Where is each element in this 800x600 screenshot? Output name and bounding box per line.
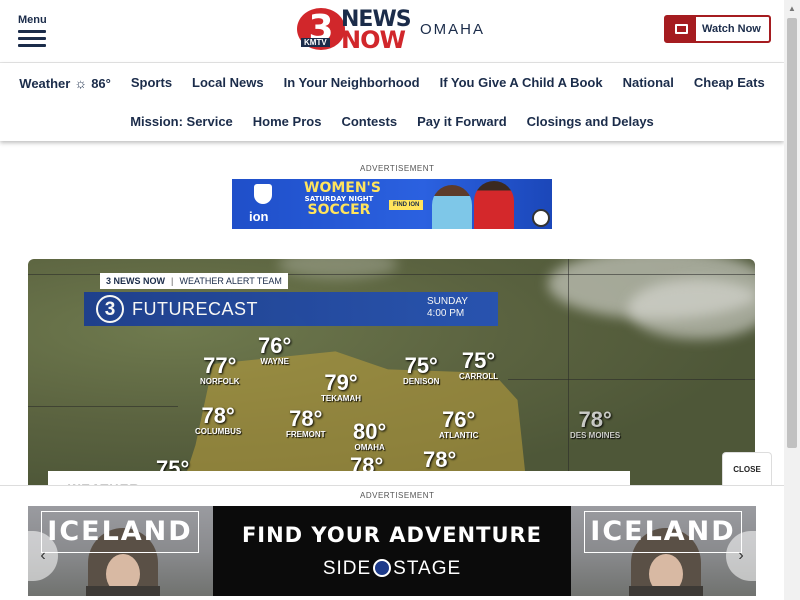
site-logo[interactable]: 3 KMTV NEWS NOW OMAHA bbox=[297, 7, 492, 54]
futurecast-bar: 3 FUTURECAST SUNDAY 4:00 PM bbox=[84, 292, 498, 326]
main-nav: Weather ☼ 86° Sports Local News In Your … bbox=[0, 63, 784, 141]
temp-des-moines: 78° DES MOINES bbox=[570, 407, 621, 441]
temp-columbus: 78° COLUMBUS bbox=[195, 403, 242, 437]
nav-item-pay-it-forward[interactable]: Pay it Forward bbox=[417, 114, 507, 129]
weather-map-image[interactable]: 3 NEWS NOW | WEATHER ALERT TEAM 3 FUTURE… bbox=[28, 259, 755, 494]
ad-headline: FIND YOUR ADVENTURE bbox=[241, 523, 543, 547]
nav-item-in-your-neighborhood[interactable]: In Your Neighborhood bbox=[284, 75, 420, 91]
temp-fremont: 78° FREMONT bbox=[286, 406, 326, 440]
kmtv-logo-icon: 3 bbox=[96, 295, 124, 323]
nav-row-1: Weather ☼ 86° Sports Local News In Your … bbox=[0, 75, 784, 91]
temp-atlantic: 76° ATLANTIC bbox=[439, 407, 479, 441]
bottom-ad-banner[interactable]: ADVERTISEMENT ICELAND FIND YOUR ADVENTUR… bbox=[0, 485, 784, 600]
tag-brand: 3 NEWS NOW bbox=[106, 276, 166, 286]
futurecast-time: SUNDAY 4:00 PM bbox=[427, 296, 468, 320]
ion-logo: ion bbox=[249, 209, 269, 224]
site-header: Menu 3 KMTV NEWS NOW OMAHA Watch Now bbox=[0, 0, 784, 63]
scrollbar-thumb[interactable] bbox=[787, 18, 797, 448]
temp-denison: 75° DENISON bbox=[403, 353, 440, 387]
scroll-up-arrow-icon[interactable]: ▲ bbox=[784, 0, 800, 17]
page: Menu 3 KMTV NEWS NOW OMAHA Watch Now Wea… bbox=[0, 0, 784, 600]
ad-left-title: ICELAND bbox=[41, 511, 199, 553]
hamburger-icon bbox=[18, 30, 48, 47]
temp-norfolk: 77° NORFOLK bbox=[200, 353, 240, 387]
tag-team: WEATHER ALERT TEAM bbox=[179, 276, 282, 286]
nav-row-2: Mission: Service Home Pros Contests Pay … bbox=[0, 114, 784, 129]
nav-item-mission-service[interactable]: Mission: Service bbox=[130, 114, 233, 129]
tv-icon bbox=[666, 17, 696, 41]
play-icon bbox=[373, 559, 392, 577]
futurecast-day: SUNDAY bbox=[427, 296, 468, 307]
ad-top-players-image bbox=[432, 179, 522, 229]
logo-city: OMAHA bbox=[420, 21, 486, 38]
ad-banner-top[interactable]: ion WOMEN'S SATURDAY NIGHT SOCCER FIND I… bbox=[232, 179, 552, 229]
temp-tekamah: 79° TEKAMAH bbox=[321, 370, 361, 404]
ad-top-cta: FIND ION bbox=[389, 200, 424, 210]
sun-icon: ☼ bbox=[74, 75, 88, 91]
nav-item-sports[interactable]: Sports bbox=[131, 75, 172, 91]
soccer-ball-icon bbox=[532, 209, 550, 227]
ad-label-top: ADVERTISEMENT bbox=[360, 164, 435, 173]
temp-wayne: 76° WAYNE bbox=[258, 333, 292, 367]
futurecast-hour: 4:00 PM bbox=[427, 308, 465, 319]
watch-now-button[interactable]: Watch Now bbox=[664, 15, 771, 43]
nav-item-local-news[interactable]: Local News bbox=[192, 75, 264, 91]
nwsl-badge-icon bbox=[254, 184, 272, 204]
nav-item-weather[interactable]: Weather ☼ 86° bbox=[19, 75, 111, 91]
nav-item-contests[interactable]: Contests bbox=[341, 114, 397, 129]
nav-weather-label: Weather bbox=[19, 75, 71, 91]
ad-right-title: ICELAND bbox=[584, 511, 742, 553]
ad-label-bottom: ADVERTISEMENT bbox=[360, 491, 435, 500]
ad-top-headline-1: WOMEN'S bbox=[304, 180, 381, 196]
nav-weather-temp: 86° bbox=[91, 75, 111, 91]
futurecast-title: FUTURECAST bbox=[132, 299, 258, 319]
nav-item-closings-and-delays[interactable]: Closings and Delays bbox=[527, 114, 654, 129]
weather-alert-tag: 3 NEWS NOW | WEATHER ALERT TEAM bbox=[100, 273, 288, 289]
temp-omaha: 80° OMAHA bbox=[353, 419, 387, 453]
temp-lower-right: 78° bbox=[423, 447, 457, 472]
ad-top-headline-2: SOCCER bbox=[307, 202, 371, 218]
nav-item-home-pros[interactable]: Home Pros bbox=[253, 114, 322, 129]
logo-now: NOW bbox=[341, 26, 406, 54]
menu-button[interactable]: Menu bbox=[18, 14, 48, 47]
logo-kmtv: KMTV bbox=[301, 38, 330, 47]
page-scrollbar[interactable]: ▲ bbox=[784, 0, 800, 600]
ad-top-headline: WOMEN'S SATURDAY NIGHT SOCCER bbox=[304, 181, 381, 218]
nav-item-national[interactable]: National bbox=[623, 75, 674, 91]
temp-carroll: 75° CARROLL bbox=[459, 348, 499, 382]
nav-item-cheap-eats[interactable]: Cheap Eats bbox=[694, 75, 765, 91]
menu-label: Menu bbox=[18, 14, 47, 26]
sidestage-logo: SIDE STAGE bbox=[322, 558, 462, 579]
ad-center-panel[interactable]: FIND YOUR ADVENTURE SIDE STAGE bbox=[213, 506, 571, 596]
watch-now-label: Watch Now bbox=[702, 23, 761, 35]
nav-item-if-you-give-a-child-a-book[interactable]: If You Give A Child A Book bbox=[440, 75, 603, 91]
close-ad-button[interactable]: CLOSE bbox=[722, 452, 772, 486]
